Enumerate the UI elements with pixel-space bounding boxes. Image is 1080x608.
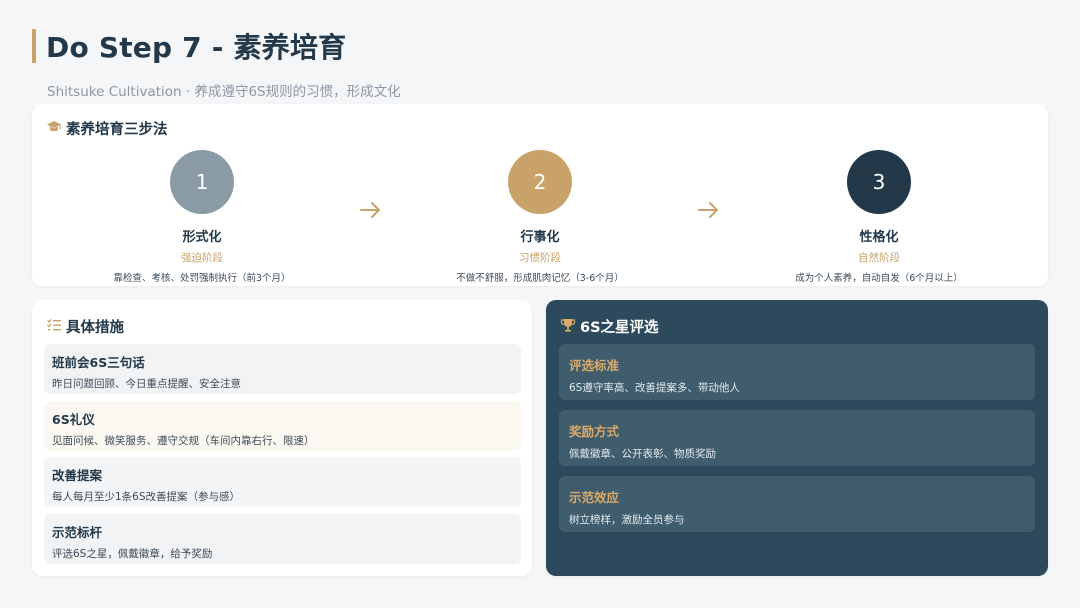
measure-item: 班前会6S三句话 昨日问题回顾、今日重点提醒、安全注意 [44,344,521,394]
page-subtitle: Shitsuke Cultivation · 养成遵守6S规则的习惯，形成文化 [47,84,401,100]
star-item-title: 示范效应 [569,490,620,505]
step-phase: 自然阶段 [858,252,900,264]
page-header: Do Step 7 - 素养培育 Shitsuke Cultivation · … [32,26,1048,100]
measures-card: 具体措施 班前会6S三句话 昨日问题回顾、今日重点提醒、安全注意 6S礼仪 见面… [32,300,532,576]
star-heading-text: 6S之星评选 [580,320,659,336]
measure-title: 改善提案 [52,468,103,483]
step-2: 2 行事化 习惯阶段 不做不舒服，形成肌肉记忆（3-6个月） [420,150,660,284]
title-accent-bar [32,29,36,63]
star-item-title: 评选标准 [569,358,620,373]
measures-heading: 具体措施 [46,316,124,337]
graduation-cap-icon [46,119,66,139]
star-item-description: 佩戴徽章、公开表彰、物质奖励 [569,448,716,460]
checklist-icon [46,317,66,337]
measure-description: 见面问候、微笑服务、遵守交规（车间内靠右行、限速） [52,435,315,447]
star-criteria-item: 评选标准 6S遵守率高、改善提案多、带动他人 [559,344,1035,400]
page-title: Do Step 7 - 素养培育 [46,31,347,64]
step-number-circle: 1 [170,150,234,214]
measures-heading-text: 具体措施 [66,320,124,336]
measure-item: 6S礼仪 见面问候、微笑服务、遵守交规（车间内靠右行、限速） [44,401,521,451]
title-row: Do Step 7 - 素养培育 [32,26,1048,66]
arrow-right-icon [360,202,380,218]
star-item-description: 6S遵守率高、改善提案多、带动他人 [569,382,740,394]
step-1: 1 形式化 强迫阶段 靠检查、考核、处罚强制执行（前3个月） [82,150,322,284]
step-description: 靠检查、考核、处罚强制执行（前3个月） [113,273,291,284]
star-reward-item: 奖励方式 佩戴徽章、公开表彰、物质奖励 [559,410,1035,466]
measure-title: 示范标杆 [52,525,103,540]
star-heading: 6S之星评选 [560,316,659,337]
three-step-heading-text: 素养培育三步法 [66,122,168,138]
step-3: 3 性格化 自然阶段 成为个人素养，自动自发（6个月以上） [759,150,999,284]
measure-item: 改善提案 每人每月至少1条6S改善提案（参与感） [44,457,521,507]
step-name: 性格化 [859,230,899,245]
arrow-right-icon [698,202,718,218]
measure-title: 6S礼仪 [52,412,95,427]
trophy-icon [560,317,580,337]
measure-description: 每人每月至少1条6S改善提案（参与感） [52,491,241,503]
star-item-description: 树立榜样，激励全员参与 [569,514,685,526]
step-phase: 强迫阶段 [181,252,223,264]
six-s-star-card: 6S之星评选 评选标准 6S遵守率高、改善提案多、带动他人 奖励方式 佩戴徽章、… [546,300,1048,576]
three-step-heading: 素养培育三步法 [46,118,168,139]
step-number-circle: 2 [508,150,572,214]
star-effect-item: 示范效应 树立榜样，激励全员参与 [559,476,1035,532]
step-name: 行事化 [520,230,560,245]
step-description: 成为个人素养，自动自发（6个月以上） [795,273,963,284]
measure-item: 示范标杆 评选6S之星，佩戴徽章，给予奖励 [44,514,521,564]
step-phase: 习惯阶段 [519,252,561,264]
measure-description: 昨日问题回顾、今日重点提醒、安全注意 [52,378,241,390]
star-item-title: 奖励方式 [569,424,620,439]
measure-title: 班前会6S三句话 [52,355,145,370]
measure-description: 评选6S之星，佩戴徽章，给予奖励 [52,548,213,560]
step-number-circle: 3 [847,150,911,214]
step-description: 不做不舒服，形成肌肉记忆（3-6个月） [456,273,624,284]
step-name: 形式化 [182,230,222,245]
three-step-card: 素养培育三步法 1 形式化 强迫阶段 靠检查、考核、处罚强制执行（前3个月） 2… [32,104,1048,286]
